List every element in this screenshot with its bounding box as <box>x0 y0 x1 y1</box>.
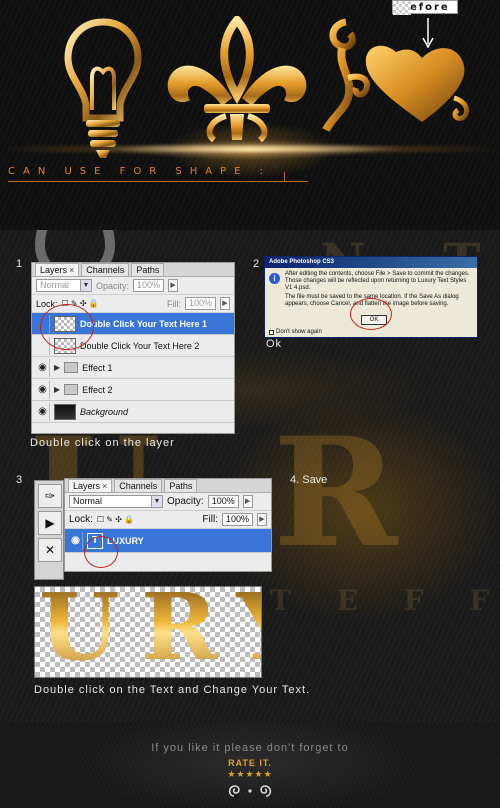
blend-mode-value: Normal <box>73 496 103 506</box>
blend-mode-select[interactable]: Normal ▼ <box>36 279 92 292</box>
caption-underline <box>8 181 308 182</box>
tab-channels[interactable]: Channels <box>81 263 130 276</box>
rate-it-link[interactable]: RATE IT. <box>0 758 500 768</box>
opacity-field[interactable]: 100% <box>133 279 165 292</box>
folder-icon <box>64 362 79 373</box>
background-thumb <box>54 403 76 420</box>
ornament-swirl-icon <box>228 785 272 797</box>
tab-layers-label: Layers <box>40 265 68 275</box>
checkbox-icon[interactable] <box>269 329 274 335</box>
caption-tick <box>284 172 285 182</box>
step-1-caption: Double click on the layer <box>30 437 175 449</box>
opacity-label: Opacity: <box>96 280 130 291</box>
step-3-number: 3 <box>16 474 23 486</box>
layer-name: Effect 2 <box>82 384 113 395</box>
before-badge: Before <box>392 0 458 15</box>
highlight-circle <box>84 536 118 568</box>
layer-row-background[interactable]: ◉ Background <box>32 401 234 423</box>
step-4-label: 4. Save <box>290 474 328 486</box>
down-arrow-icon <box>422 18 434 48</box>
tab-layers[interactable]: Layers × <box>35 263 80 276</box>
step-2-number: 2 <box>253 258 260 270</box>
panel-tabs: Layers × Channels Paths <box>65 479 271 493</box>
blend-row: Normal ▼ Opacity: 100% ▶ <box>32 277 234 295</box>
tools-icon[interactable]: ✕ <box>38 538 62 562</box>
dialog-title: Adobe Photoshop CS3 <box>265 257 477 268</box>
dont-show-label: Don't show again <box>276 329 322 335</box>
step-3-caption: Double click on the Text and Change Your… <box>34 684 311 696</box>
lock-icons[interactable]: ☐ ✎ ✣ 🔒 <box>97 515 134 524</box>
highlight-circle <box>40 304 94 350</box>
lightbulb-icon <box>64 18 142 158</box>
visibility-eye-icon[interactable]: ◉ <box>69 531 83 550</box>
layer-row-effect-2[interactable]: ◉ ▶ Effect 2 <box>32 379 234 401</box>
fill-field[interactable]: 100% <box>184 297 216 310</box>
transparency-checker-icon <box>393 1 411 15</box>
info-icon: i <box>269 273 280 284</box>
fill-arrow-icon[interactable]: ▶ <box>220 297 230 310</box>
visibility-eye-icon[interactable]: ◉ <box>36 402 50 421</box>
opacity-field[interactable]: 100% <box>207 495 239 508</box>
lock-row: Lock: ☐ ✎ ✣ 🔒 Fill: 100% ▶ <box>65 511 271 529</box>
step-2-caption: Ok <box>266 338 283 350</box>
opacity-arrow-icon[interactable]: ▶ <box>168 279 179 292</box>
history-brush-icon[interactable]: ✑ <box>38 484 62 508</box>
shapes-caption: CAN USE FOR SHAPE : <box>8 166 272 177</box>
tools-palette: ✑ ▶ ✕ <box>34 480 64 580</box>
lock-label: Lock: <box>69 514 93 525</box>
instructions-section: N T U R T E F F 1 Layers× Channels Paths… <box>0 230 500 722</box>
visibility-eye-icon[interactable]: ◉ <box>36 380 50 399</box>
dialog-message: After editing the contents, choose File … <box>285 271 470 291</box>
opacity-arrow-icon[interactable]: ▶ <box>242 495 253 508</box>
fill-arrow-icon[interactable]: ▶ <box>257 513 267 526</box>
dont-show-checkbox[interactable]: Don't show again <box>269 329 322 335</box>
blend-mode-value: Normal <box>40 280 70 290</box>
blend-row: Normal ▼ Opacity: 100% ▶ <box>65 493 271 511</box>
rating-stars[interactable]: ★★★★★ <box>0 769 500 780</box>
highlight-circle <box>350 298 392 330</box>
layer-name: Effect 1 <box>82 362 113 373</box>
heart-swirl-icon <box>322 18 470 132</box>
hero-banner: Before CAN USE FOR SHAPE : <box>0 0 500 230</box>
tab-channels[interactable]: Channels <box>114 479 163 492</box>
layer-name: Double Click Your Text Here 2 <box>80 340 200 351</box>
chevron-down-icon: ▼ <box>151 496 162 507</box>
tab-paths[interactable]: Paths <box>164 479 198 492</box>
play-action-icon[interactable]: ▶ <box>38 511 62 535</box>
blend-mode-select[interactable]: Normal ▼ <box>69 495 163 508</box>
close-icon[interactable]: × <box>102 481 107 491</box>
fleur-de-lis-icon <box>167 16 307 143</box>
layer-row-effect-1[interactable]: ◉ ▶ Effect 1 <box>32 357 234 379</box>
visibility-eye-icon[interactable]: ◉ <box>36 358 50 377</box>
tab-layers[interactable]: Layers × <box>68 479 113 492</box>
opacity-label: Opacity: <box>167 496 204 507</box>
footer-message: If you like it please don't forget to <box>151 742 349 754</box>
expand-triangle-icon[interactable]: ▶ <box>54 385 60 394</box>
step-1-number: 1 <box>16 258 23 270</box>
fill-field[interactable]: 100% <box>221 513 253 526</box>
panel-tabs: Layers × Channels Paths <box>32 263 234 277</box>
expand-triangle-icon[interactable]: ▶ <box>54 363 60 372</box>
footer: If you like it please don't forget to RA… <box>0 722 500 808</box>
fill-label: Fill: <box>202 514 218 525</box>
text-preview-canvas[interactable]: URY URY <box>34 586 262 678</box>
tab-layers-label: Layers <box>73 481 101 491</box>
fill-label: Fill: <box>166 298 181 309</box>
background-word-bottom: T E F F <box>270 584 500 617</box>
chevron-down-icon: ▼ <box>80 280 91 291</box>
layer-name: Double Click Your Text Here 1 <box>80 318 208 329</box>
preview-text: URY <box>39 587 261 677</box>
folder-icon <box>64 384 79 395</box>
close-icon[interactable]: × <box>69 265 74 275</box>
layer-name: Background <box>80 406 129 417</box>
tab-paths[interactable]: Paths <box>131 263 165 276</box>
